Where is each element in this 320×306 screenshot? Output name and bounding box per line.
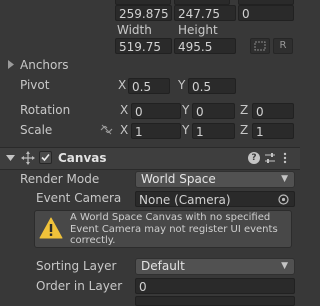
blueprint-mode-button[interactable] [250,38,270,54]
chevron-down-icon: ▼ [281,261,288,271]
rotation-z-field[interactable]: 0 [252,103,294,119]
scale-label: Scale [20,123,53,137]
warning-help-box: A World Space Canvas with no specified E… [34,210,292,248]
pivot-label: Pivot [20,78,50,92]
chevron-down-icon: ▼ [281,174,288,184]
warning-text: A World Space Canvas with no specified E… [70,212,278,246]
render-mode-label: Render Mode [20,172,100,186]
scale-y-field[interactable]: 1 [192,123,235,139]
canvas-component-header[interactable]: Canvas ? [0,147,300,170]
four-way-arrow-icon [21,151,35,165]
rotation-x-axis-label: X [120,103,129,117]
height-label: Height [178,23,218,37]
pivot-y-axis-label: Y [178,78,186,92]
scale-x-field[interactable]: 1 [131,123,181,139]
scale-z-axis-label: Z [240,123,249,137]
scale-y-axis-label: Y [182,123,190,137]
sorting-layer-label: Sorting Layer [36,259,117,273]
dotted-square-icon [254,41,266,51]
rotation-label: Rotation [20,103,71,117]
scale-x-axis-label: X [120,123,129,137]
raw-edit-button[interactable]: R [273,38,293,54]
event-camera-value: None (Camera) [139,193,231,207]
rotation-y-field[interactable]: 0 [192,103,235,119]
link-icon[interactable] [100,124,113,135]
warning-triangle-icon [39,217,63,239]
question-mark-icon[interactable]: ? [248,152,260,164]
pivot-x-axis-label: X [118,78,127,92]
next-row-field-partial[interactable] [135,296,295,306]
sliders-icon[interactable] [264,152,276,164]
pos-x-field[interactable]: 259.875 [115,5,172,21]
render-mode-dropdown[interactable]: World Space ▼ [135,171,295,188]
anchors-label[interactable]: Anchors [20,58,69,72]
sorting-layer-value: Default [141,259,185,273]
order-in-layer-label: Order in Layer [36,279,123,293]
kebab-menu-icon[interactable] [283,152,287,164]
event-camera-field[interactable]: None (Camera) [135,191,295,207]
rotation-x-field[interactable]: 0 [131,103,181,119]
render-mode-value: World Space [141,172,216,186]
pos-y-field[interactable]: 247.75 [174,5,236,21]
pivot-x-field[interactable]: 0.5 [128,78,170,94]
pos-z-field[interactable]: 0 [238,5,294,21]
width-field[interactable]: 519.75 [115,38,172,54]
rotation-y-axis-label: Y [182,103,190,117]
canvas-title: Canvas [58,151,107,165]
order-in-layer-field[interactable]: 0 [135,278,295,294]
canvas-enabled-checkbox[interactable] [39,151,52,164]
pivot-y-field[interactable]: 0.5 [188,78,236,94]
target-circle-icon[interactable] [278,194,289,205]
width-label: Width [117,23,152,37]
height-field[interactable]: 495.5 [174,38,236,54]
triangle-down-icon[interactable] [6,154,15,162]
sorting-layer-dropdown[interactable]: Default ▼ [135,258,295,275]
event-camera-label: Event Camera [36,191,122,205]
rotation-z-axis-label: Z [240,103,249,117]
checkmark-icon [41,153,50,162]
scale-z-field[interactable]: 1 [252,123,294,139]
triangle-right-icon[interactable] [7,60,15,69]
